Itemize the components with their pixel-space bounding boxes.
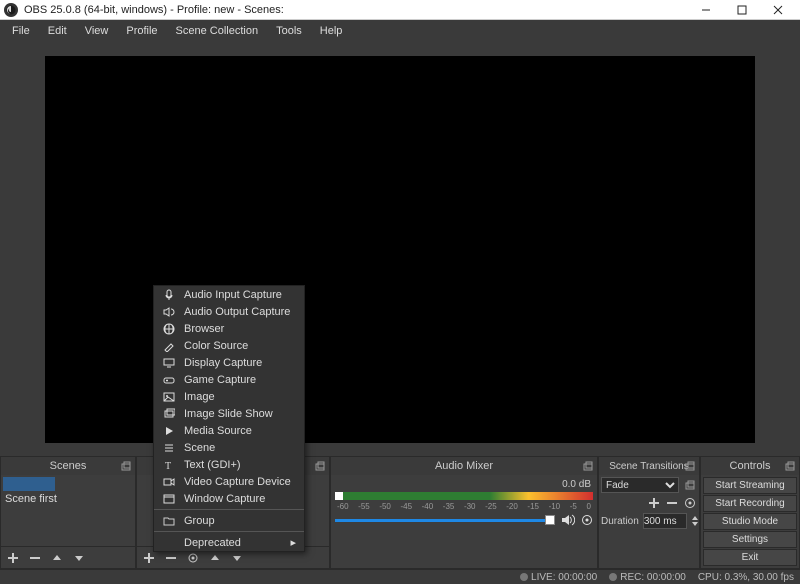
menu-tools[interactable]: Tools <box>268 23 310 39</box>
start-recording-button[interactable]: Start Recording <box>703 495 797 512</box>
add-transition-button[interactable] <box>647 496 661 510</box>
menu-file[interactable]: File <box>4 23 38 39</box>
audio-mixer-panel: Audio Mixer 0.0 dB -60-55-50-45-40-35-30… <box>330 456 598 569</box>
duration-stepper[interactable] <box>691 514 699 528</box>
start-streaming-button[interactable]: Start Streaming <box>703 477 797 494</box>
ctx-color-source[interactable]: Color Source <box>154 337 304 354</box>
ctx-game-capture[interactable]: Game Capture <box>154 371 304 388</box>
ctx-browser[interactable]: Browser <box>154 320 304 337</box>
monitor-icon <box>162 357 176 369</box>
mixer-db: 0.0 dB <box>562 479 591 490</box>
ctx-audio-input-capture[interactable]: Audio Input Capture <box>154 286 304 303</box>
rec-dot-icon <box>609 573 617 581</box>
gear-icon[interactable] <box>581 514 593 526</box>
trans-title: Scene Transitions <box>603 461 695 472</box>
workspace: Scenes Scene first Sources <box>0 42 800 584</box>
dock-icon[interactable] <box>683 478 697 492</box>
menu-scene-collection[interactable]: Scene Collection <box>168 23 267 39</box>
ctx-video-capture-device[interactable]: Video Capture Device <box>154 473 304 490</box>
submenu-arrow-icon: ▸ <box>290 536 296 549</box>
controls-title: Controls <box>705 460 795 472</box>
transitions-panel: Scene Transitions Fade Duration <box>598 456 700 569</box>
image-icon <box>162 391 176 403</box>
window-icon <box>162 493 176 505</box>
add-scene-button[interactable] <box>5 550 21 566</box>
ctx-scene[interactable]: Scene <box>154 439 304 456</box>
obs-logo-icon <box>4 3 18 17</box>
play-icon <box>162 425 176 437</box>
brush-icon <box>162 340 176 352</box>
remove-scene-button[interactable] <box>27 550 43 566</box>
slides-icon <box>162 408 176 420</box>
text-icon: T <box>162 459 176 471</box>
scenes-panel: Scenes Scene first <box>0 456 136 569</box>
folder-icon <box>162 516 176 526</box>
status-cpu: CPU: 0.3%, 30.00 fps <box>698 572 794 583</box>
ctx-text-gdi-[interactable]: TText (GDI+) <box>154 456 304 473</box>
ctx-audio-output-capture[interactable]: Audio Output Capture <box>154 303 304 320</box>
transition-select[interactable]: Fade <box>601 477 679 493</box>
move-up-button[interactable] <box>49 550 65 566</box>
ctx-display-capture[interactable]: Display Capture <box>154 354 304 371</box>
menu-profile[interactable]: Profile <box>118 23 165 39</box>
move-down-button[interactable] <box>71 550 87 566</box>
status-live: LIVE: 00:00:00 <box>531 572 597 583</box>
preview-area <box>0 42 800 456</box>
menu-view[interactable]: View <box>77 23 117 39</box>
scenes-title: Scenes <box>5 460 131 472</box>
live-dot-icon <box>520 573 528 581</box>
speaker-icon <box>162 306 176 318</box>
exit-button[interactable]: Exit <box>703 549 797 566</box>
scene-selection <box>3 477 55 491</box>
volume-slider[interactable] <box>335 519 555 522</box>
globe-icon <box>162 323 176 335</box>
ctx-group[interactable]: Group <box>154 512 304 529</box>
status-rec: REC: 00:00:00 <box>620 572 686 583</box>
settings-button[interactable]: Settings <box>703 531 797 548</box>
ctx-image[interactable]: Image <box>154 388 304 405</box>
duration-input[interactable] <box>643 513 687 529</box>
ctx-media-source[interactable]: Media Source <box>154 422 304 439</box>
dock-icon[interactable] <box>119 459 133 473</box>
dock-icon[interactable] <box>783 459 797 473</box>
menu-help[interactable]: Help <box>312 23 351 39</box>
add-source-context-menu: Audio Input CaptureAudio Output CaptureB… <box>153 285 305 552</box>
gear-icon[interactable] <box>683 496 697 510</box>
gamepad-icon <box>162 374 176 386</box>
menu-separator <box>154 531 304 532</box>
remove-transition-button[interactable] <box>665 496 679 510</box>
svg-text:T: T <box>165 461 171 471</box>
preview-canvas[interactable] <box>45 56 755 443</box>
window-title: OBS 25.0.8 (64-bit, windows) - Profile: … <box>24 4 688 16</box>
list-icon <box>162 442 176 454</box>
speaker-icon[interactable] <box>561 514 575 526</box>
menu-edit[interactable]: Edit <box>40 23 75 39</box>
studio-mode-button[interactable]: Studio Mode <box>703 513 797 530</box>
mixer-title: Audio Mixer <box>335 460 593 472</box>
menu-bar: File Edit View Profile Scene Collection … <box>0 20 800 42</box>
ctx-window-capture[interactable]: Window Capture <box>154 490 304 507</box>
dock-icon[interactable] <box>683 459 697 473</box>
maximize-button[interactable] <box>724 0 760 20</box>
camera-icon <box>162 476 176 488</box>
controls-panel: Controls Start Streaming Start Recording… <box>700 456 800 569</box>
dock-icon[interactable] <box>313 459 327 473</box>
status-bar: LIVE: 00:00:00 REC: 00:00:00 CPU: 0.3%, … <box>0 569 800 584</box>
titlebar: OBS 25.0.8 (64-bit, windows) - Profile: … <box>0 0 800 20</box>
mixer-ticks: -60-55-50-45-40-35-30-25-20-15-10-50 <box>335 502 593 512</box>
dock-icon[interactable] <box>581 459 595 473</box>
ctx-image-slide-show[interactable]: Image Slide Show <box>154 405 304 422</box>
close-button[interactable] <box>760 0 796 20</box>
bottom-panels: Scenes Scene first Sources <box>0 456 800 569</box>
duration-label: Duration <box>601 516 639 527</box>
minimize-button[interactable] <box>688 0 724 20</box>
mic-icon <box>162 289 176 301</box>
menu-separator <box>154 509 304 510</box>
audio-meter <box>335 492 593 500</box>
scenes-toolbar <box>1 546 135 568</box>
ctx-deprecated[interactable]: Deprecated▸ <box>154 534 304 551</box>
